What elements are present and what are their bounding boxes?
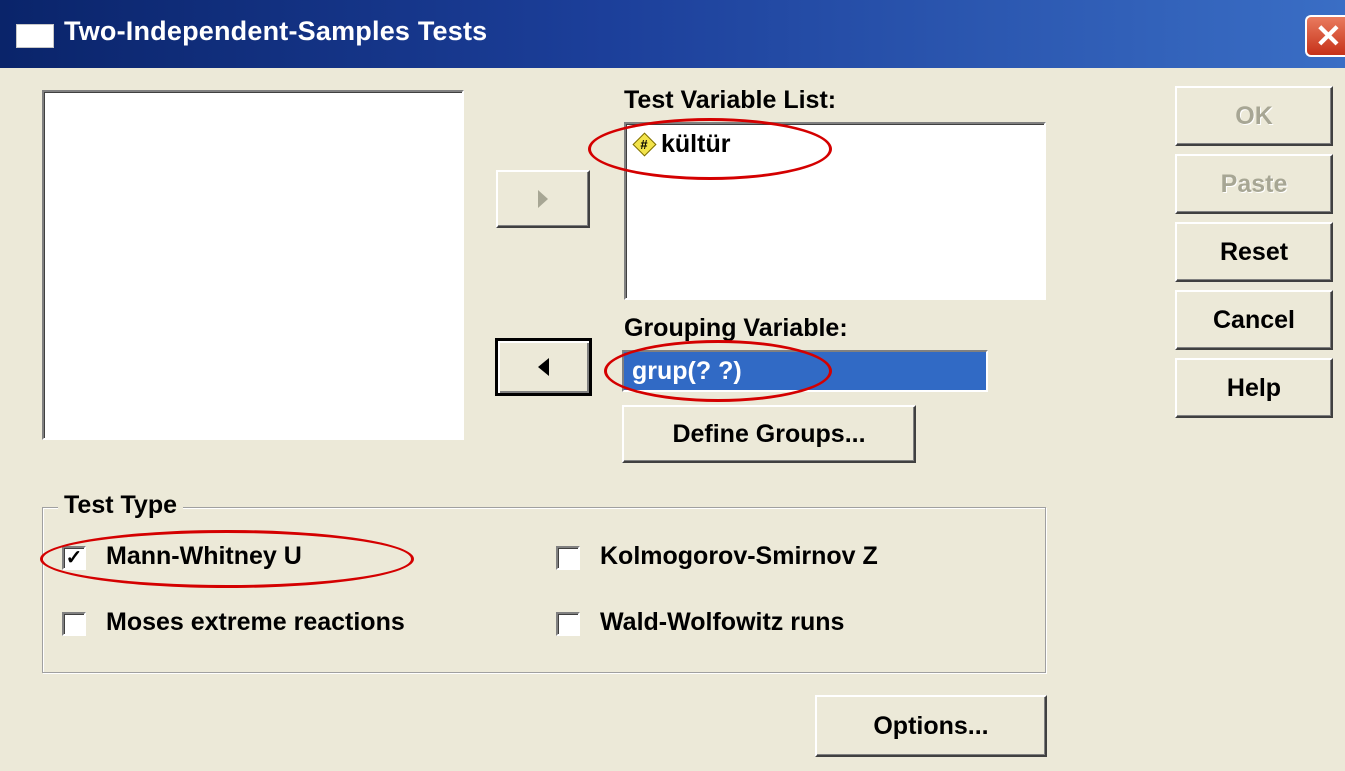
mann-whitney-label[interactable]: Mann-Whitney U: [106, 542, 302, 571]
moses-checkbox[interactable]: [62, 612, 86, 636]
move-from-grouping-button[interactable]: [495, 338, 592, 396]
close-button[interactable]: ✕: [1305, 15, 1345, 57]
source-variable-list[interactable]: [42, 90, 464, 440]
grouping-variable-label: Grouping Variable:: [624, 314, 848, 342]
reset-button[interactable]: Reset: [1175, 222, 1333, 282]
wald-wolfowitz-label[interactable]: Wald-Wolfowitz runs: [600, 608, 844, 637]
define-groups-button[interactable]: Define Groups...: [622, 405, 916, 463]
paste-button[interactable]: Paste: [1175, 154, 1333, 214]
grouping-variable-field[interactable]: grup(? ?): [622, 350, 988, 392]
kolmogorov-smirnov-label[interactable]: Kolmogorov-Smirnov Z: [600, 542, 878, 571]
title-bar: Two-Independent-Samples Tests ✕: [0, 0, 1345, 68]
ok-button[interactable]: OK: [1175, 86, 1333, 146]
options-button[interactable]: Options...: [815, 695, 1047, 757]
list-item[interactable]: # kültür: [632, 128, 731, 160]
test-variable-list-label: Test Variable List:: [624, 86, 837, 114]
test-type-group: [42, 507, 1046, 673]
arrow-right-icon: [538, 190, 548, 208]
variable-name: kültür: [661, 129, 731, 158]
kolmogorov-smirnov-checkbox[interactable]: [556, 546, 580, 570]
moses-label[interactable]: Moses extreme reactions: [106, 608, 405, 637]
scale-variable-icon: #: [632, 132, 657, 157]
wald-wolfowitz-checkbox[interactable]: [556, 612, 580, 636]
mann-whitney-checkbox[interactable]: ✓: [62, 546, 86, 570]
cancel-button[interactable]: Cancel: [1175, 290, 1333, 350]
window-title: Two-Independent-Samples Tests: [64, 16, 488, 46]
test-type-title: Test Type: [58, 491, 183, 520]
arrow-left-icon: [538, 358, 549, 376]
help-button[interactable]: Help: [1175, 358, 1333, 418]
move-to-test-list-button[interactable]: [496, 170, 590, 228]
window-icon: [16, 24, 54, 48]
